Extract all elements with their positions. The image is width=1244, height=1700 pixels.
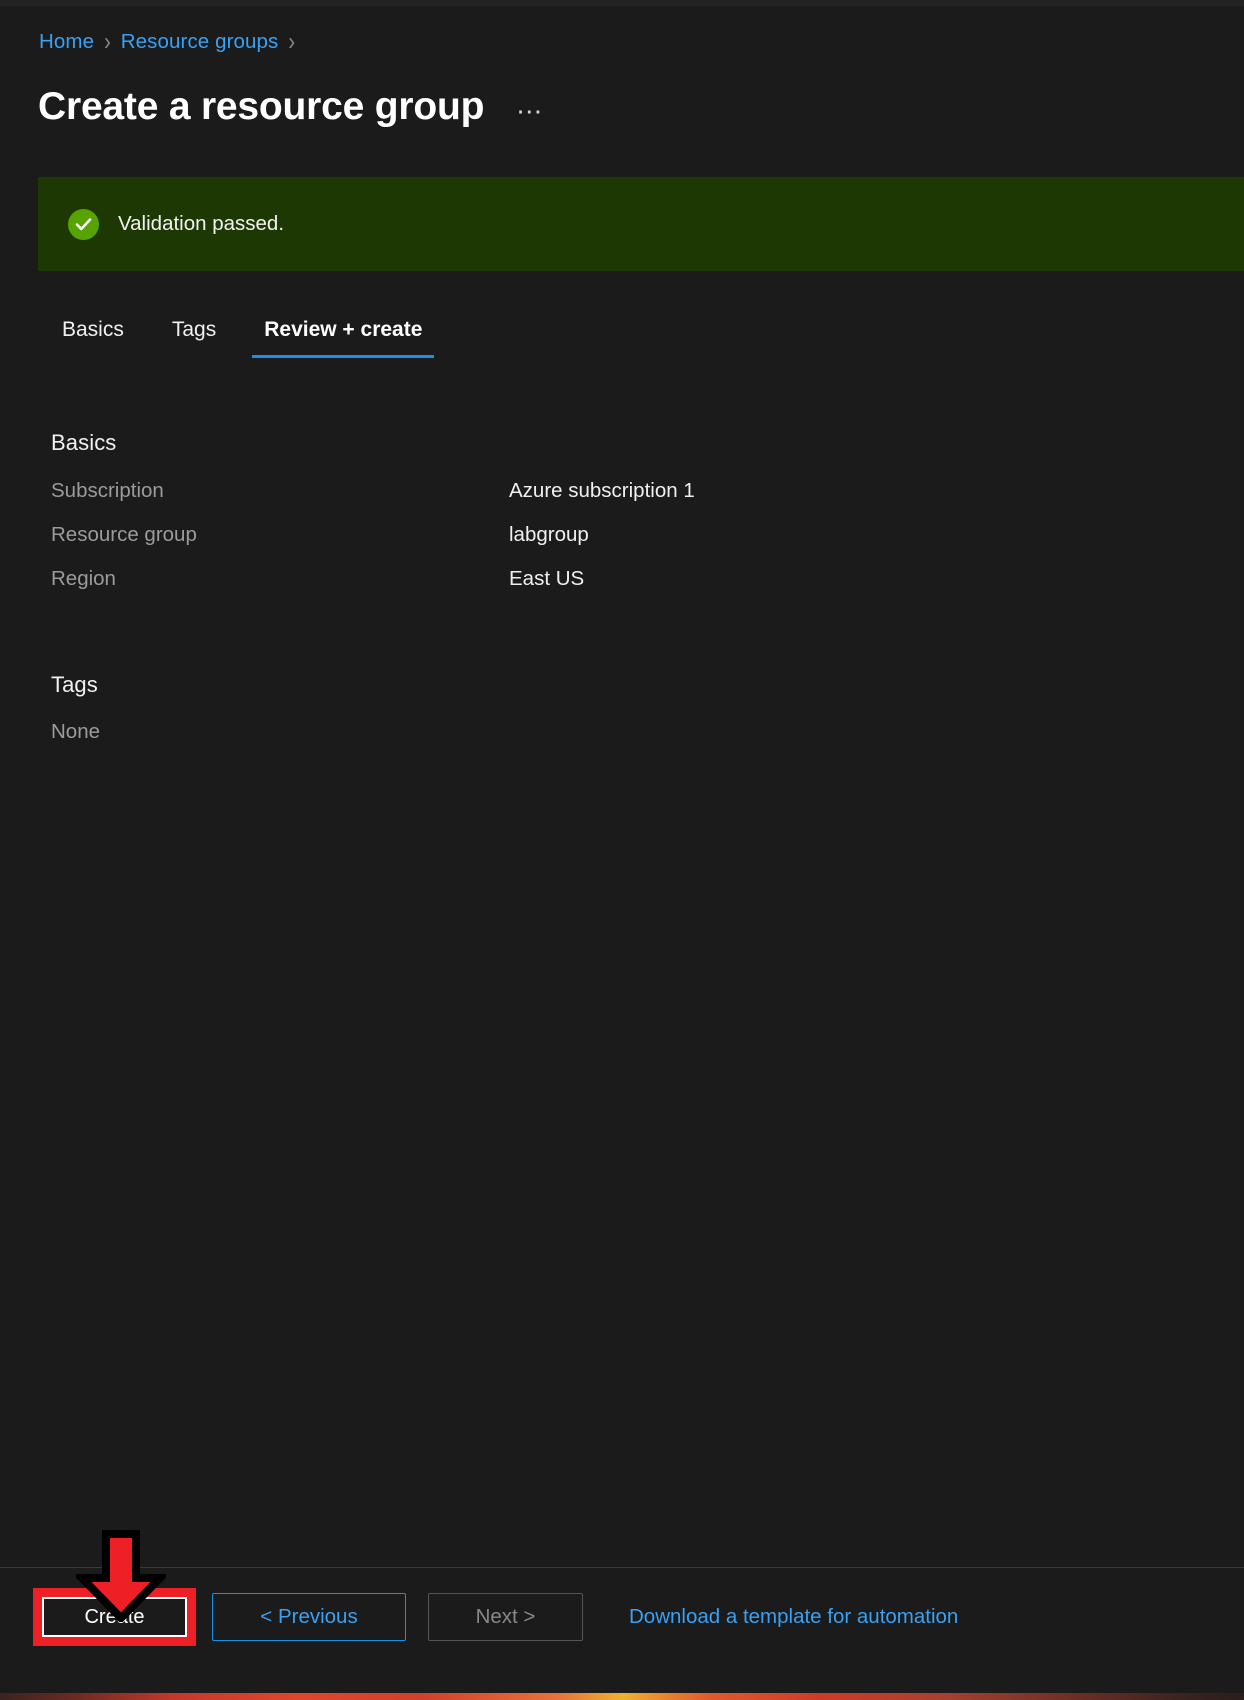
tab-review-create[interactable]: Review + create [252,318,435,358]
footer-buttons: Create < Previous Next > Download a temp… [33,1588,958,1646]
review-value-subscription: Azure subscription 1 [509,479,695,502]
breadcrumb: Home › Resource groups › [39,27,305,57]
page-header: Create a resource group ⋯ [38,76,544,132]
previous-button[interactable]: < Previous [212,1593,406,1641]
chevron-right-icon-2: › [288,27,296,56]
window-top-edge [0,0,1244,6]
basics-key-value-list: Subscription Azure subscription 1 Resour… [51,479,1151,611]
review-row-region: Region East US [51,567,1151,611]
azure-portal-blade: Home › Resource groups › Create a resour… [0,0,1244,1700]
create-button[interactable]: Create [42,1597,187,1637]
tags-empty-text: None [51,720,101,743]
download-template-link[interactable]: Download a template for automation [629,1605,958,1629]
review-key-subscription: Subscription [51,479,164,502]
check-circle-icon [68,208,99,240]
tab-basics[interactable]: Basics [50,318,136,358]
section-title-basics: Basics [51,430,117,455]
review-section-basics: Basics Subscription Azure subscription 1… [51,430,1151,611]
create-button-highlight: Create [33,1588,196,1646]
section-title-tags: Tags [51,672,98,697]
review-row-subscription: Subscription Azure subscription 1 [51,479,1151,523]
breadcrumb-item-resource-groups[interactable]: Resource groups [121,30,279,54]
next-button: Next > [428,1593,583,1641]
review-key-region: Region [51,567,116,590]
validation-banner-text: Validation passed. [118,212,285,235]
more-options-icon[interactable]: ⋯ [516,98,544,124]
page-title: Create a resource group [38,85,485,128]
review-value-region: East US [509,567,585,590]
breadcrumb-item-home[interactable]: Home [39,30,94,54]
review-value-resource-group: labgroup [509,523,589,546]
review-section-tags: Tags None [51,672,1151,744]
tab-tags[interactable]: Tags [160,318,228,358]
review-row-resource-group: Resource group labgroup [51,523,1151,567]
wizard-tabs: Basics Tags Review + create [50,318,458,372]
desktop-wallpaper-edge [0,1693,1244,1700]
wizard-footer: Create < Previous Next > Download a temp… [0,1568,1244,1700]
review-key-resource-group: Resource group [51,523,197,546]
chevron-right-icon: › [104,27,111,56]
validation-banner: Validation passed. [38,177,1244,271]
